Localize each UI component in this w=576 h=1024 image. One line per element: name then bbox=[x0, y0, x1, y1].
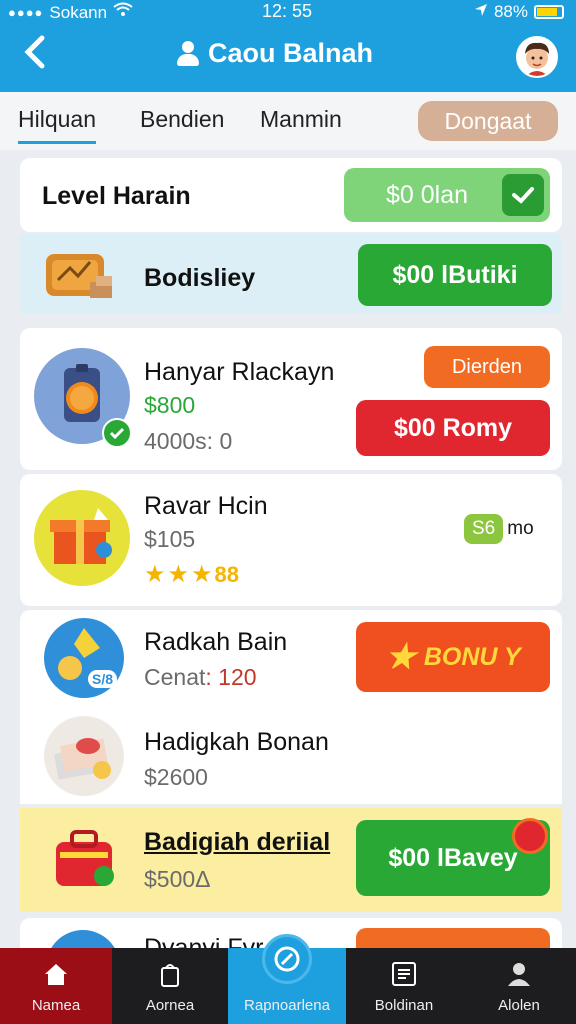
notification-badge-icon bbox=[512, 818, 548, 854]
tab-pill-button[interactable]: Dongaat bbox=[418, 101, 558, 141]
nav-item-boldinan[interactable]: Boldinan bbox=[346, 948, 462, 1024]
item-thumbnail bbox=[44, 716, 124, 796]
list-item[interactable]: Hadigkah Bonan $2600 bbox=[20, 706, 562, 804]
person-icon bbox=[176, 40, 200, 67]
item-name: Badigiah deriial bbox=[144, 828, 331, 856]
tab-bendien[interactable]: Bendien bbox=[140, 106, 224, 133]
item-badge-text: mo bbox=[507, 518, 534, 539]
rating-suffix: 88 bbox=[214, 561, 240, 587]
clock: 12: 55 bbox=[262, 1, 313, 21]
check-icon bbox=[502, 174, 544, 216]
edit-icon bbox=[262, 934, 312, 984]
level-button-label: $0 0lan bbox=[385, 180, 469, 209]
check-badge-icon bbox=[102, 418, 132, 448]
list-icon bbox=[392, 962, 416, 986]
nav-label: Boldinan bbox=[374, 997, 434, 1014]
item-thumbnail: S/8 bbox=[44, 618, 124, 698]
wallet-icon bbox=[42, 246, 118, 309]
page-title: Caou Balnah bbox=[176, 38, 373, 69]
item-badge[interactable]: S6 mo bbox=[464, 514, 534, 544]
rating: ★ ★ ★ 88 bbox=[144, 560, 239, 589]
carrier-label: Sokann bbox=[49, 2, 108, 22]
tab-hilquan[interactable]: Hilquan bbox=[18, 106, 96, 144]
app-header: ●●●● Sokann 12: 55 88% Caou Balnah bbox=[0, 0, 576, 92]
item-buy-button[interactable]: $00 Romy bbox=[356, 400, 550, 456]
item-name: Radkah Bain bbox=[144, 628, 288, 656]
list-item[interactable]: Hanyar Rlackayn $800 4000s: 0 Dierden $0… bbox=[20, 328, 562, 470]
red-bag-icon bbox=[56, 830, 114, 886]
star-icon: ★ bbox=[385, 638, 416, 676]
nav-label: Rapnoarlena bbox=[244, 997, 330, 1014]
list-item[interactable]: Ravar Hcin $105 ★ ★ ★ 88 S6 mo bbox=[20, 474, 562, 606]
featured-label: Bodisliey bbox=[144, 264, 256, 292]
nav-label: Alolen bbox=[498, 997, 540, 1014]
money-stack-icon bbox=[54, 738, 111, 780]
item-badge-button[interactable]: Dierden bbox=[424, 346, 550, 388]
level-card: Level Harain $0 0lan bbox=[20, 158, 562, 232]
item-icon-text: S/8 bbox=[88, 670, 118, 688]
item-thumbnail bbox=[46, 818, 126, 903]
item-name: Hadigkah Bonan bbox=[144, 728, 329, 756]
bonus-button-label: BONU Y bbox=[423, 642, 521, 671]
nav-item-home[interactable]: Namea bbox=[0, 948, 112, 1024]
nav-item-aornea[interactable]: Aornea bbox=[112, 948, 228, 1024]
item-price-value: 120 bbox=[218, 664, 257, 690]
nav-label: Aornea bbox=[145, 997, 195, 1014]
tab-bar: Hilquan Bendien Manmin Dongaat bbox=[0, 92, 576, 150]
item-name: Hanyar Rlackayn bbox=[144, 358, 335, 386]
item-price: $2600 bbox=[144, 764, 208, 790]
star-icon: ★ bbox=[167, 561, 190, 588]
star-icon: ★ bbox=[144, 561, 166, 588]
level-label: Level Harain bbox=[42, 182, 191, 210]
list-item-highlighted[interactable]: Badigiah deriial $500Δ $00 lBavey bbox=[20, 808, 562, 912]
level-button[interactable]: $0 0lan bbox=[344, 168, 550, 222]
featured-button[interactable]: $00 lButiki bbox=[358, 244, 552, 306]
status-bar: ●●●● Sokann 12: 55 88% bbox=[0, 0, 576, 26]
item-price: $800 bbox=[144, 392, 196, 418]
item-price-prefix: Cenat bbox=[144, 664, 206, 690]
item-sub: 4000s: 0 bbox=[144, 428, 233, 454]
avatar[interactable] bbox=[516, 36, 558, 78]
star-icon: ★ bbox=[191, 561, 213, 588]
item-price: $500Δ bbox=[144, 866, 211, 892]
item-price: $105 bbox=[144, 526, 196, 552]
location-icon bbox=[474, 2, 488, 22]
featured-row: Bodisliey $00 lButiki bbox=[20, 234, 562, 314]
signal-icon: ●●●● bbox=[8, 5, 44, 20]
bag-icon bbox=[161, 964, 179, 987]
nav-item-alolen[interactable]: Alolen bbox=[462, 948, 576, 1024]
item-price: Cenat: 120 bbox=[144, 664, 257, 690]
wifi-icon bbox=[113, 2, 133, 23]
tab-manmin[interactable]: Manmin bbox=[260, 106, 342, 133]
item-thumbnail bbox=[34, 490, 130, 586]
user-icon bbox=[508, 963, 530, 986]
gift-box-icon bbox=[50, 508, 112, 564]
nav-item-rapnoarlena[interactable]: Rapnoarlena bbox=[228, 934, 346, 1024]
chevron-left-icon bbox=[24, 35, 45, 69]
item-badge-chip: S6 bbox=[464, 514, 504, 544]
battery-percent: 88% bbox=[493, 2, 528, 21]
home-icon bbox=[45, 964, 67, 985]
page-title-text: Caou Balnah bbox=[208, 38, 374, 68]
back-button[interactable] bbox=[20, 34, 56, 74]
item-name: Ravar Hcin bbox=[144, 492, 268, 520]
bonus-button[interactable]: ★ BONU Y bbox=[356, 622, 550, 692]
battery-icon bbox=[534, 5, 564, 19]
list-item[interactable]: S/8 Radkah Bain Cenat: 120 ★ BONU Y bbox=[20, 610, 562, 706]
item-thumbnail bbox=[34, 348, 132, 448]
nav-label: Namea bbox=[31, 997, 81, 1014]
bottom-nav: Namea Aornea Rapnoarlena Boldinan Alolen bbox=[0, 934, 576, 1024]
